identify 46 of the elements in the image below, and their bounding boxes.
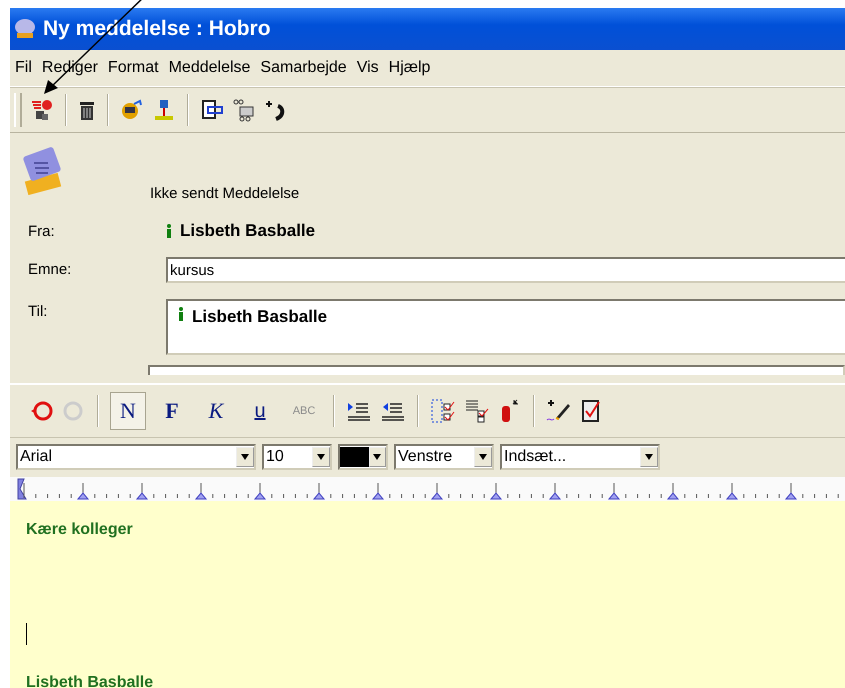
dropdown[interactable]: Venstre	[394, 444, 494, 470]
menu-item[interactable]: Fil	[10, 59, 37, 77]
signature-text: Lisbeth Basballe	[26, 674, 154, 688]
checklist-icon[interactable]	[430, 398, 456, 424]
color-picker[interactable]	[338, 444, 388, 470]
recipients-field[interactable]: Lisbeth Basballe	[166, 299, 845, 355]
sender-name: Lisbeth Basballe	[180, 221, 316, 241]
field-label: Til:	[27, 302, 48, 320]
format-button[interactable]: u	[242, 392, 278, 430]
menu-item[interactable]: Samarbejde	[255, 59, 352, 77]
dropdown-arrow-icon	[644, 454, 654, 460]
checklist-icon[interactable]	[464, 398, 490, 424]
dropdown[interactable]: Arial	[16, 444, 256, 470]
message-body[interactable]: Kære kolleger Lisbeth Basballe	[10, 501, 845, 688]
dropdown[interactable]: Indsæt...	[500, 444, 660, 470]
network-icon[interactable]	[232, 98, 256, 122]
send-icon[interactable]	[30, 98, 54, 122]
toolbar-grip[interactable]	[14, 93, 22, 127]
menu-item[interactable]: Meddelelse	[164, 59, 256, 77]
format-button[interactable]: K	[198, 392, 234, 430]
book-icon[interactable]	[152, 98, 176, 122]
field-label: Fra:	[27, 222, 56, 240]
person-icon	[178, 307, 184, 321]
text-cursor	[26, 623, 27, 645]
document-icon[interactable]	[200, 98, 224, 122]
menu-item[interactable]: Format	[102, 59, 164, 77]
dropdown-arrow-icon	[478, 454, 488, 460]
input-field[interactable]	[148, 365, 845, 375]
recipient-name: Lisbeth Basballe	[192, 307, 328, 327]
menu-item[interactable]: Vis	[352, 59, 384, 77]
menu-item[interactable]: Hjælp	[384, 59, 436, 77]
status-text: Ikke sendt Meddelelse	[150, 185, 300, 202]
dropdown-arrow-icon	[372, 454, 382, 460]
person-icon[interactable]	[120, 98, 144, 122]
trash-icon[interactable]	[78, 99, 96, 121]
subject-field[interactable]: kursus	[166, 257, 845, 283]
format-button[interactable]: F	[154, 392, 190, 430]
undo-icon[interactable]	[30, 399, 54, 423]
format-button[interactable]: N	[110, 392, 146, 430]
dropdown-arrow-icon	[240, 454, 250, 460]
person-icon	[166, 224, 172, 238]
greeting-text: Kære kolleger	[26, 521, 134, 539]
field-label: Emne:	[27, 260, 72, 278]
app-icon	[13, 18, 37, 40]
dropdown-arrow-icon	[316, 454, 326, 460]
dropdown[interactable]: 10	[262, 444, 332, 470]
